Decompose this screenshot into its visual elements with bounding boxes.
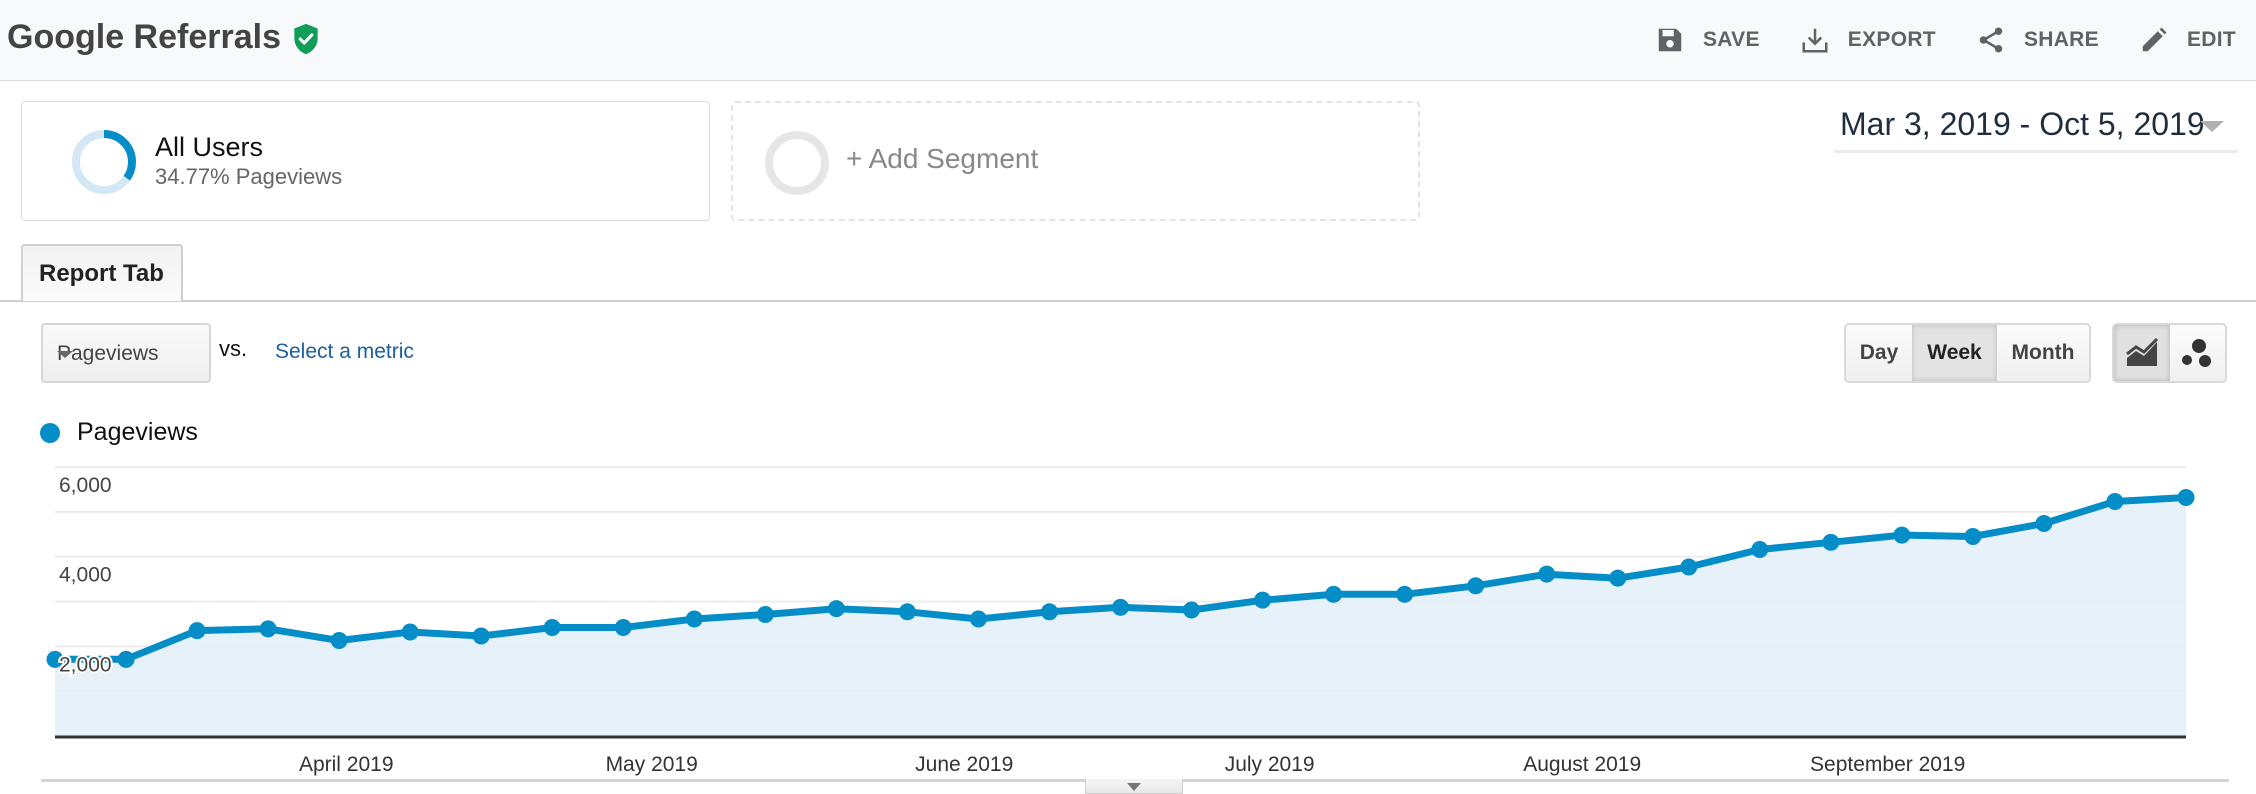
chart-type-toggle	[2112, 323, 2227, 383]
segment-share-ring-icon	[72, 130, 136, 194]
select-metric-link[interactable]: Select a metric	[275, 340, 414, 364]
data-point[interactable]	[1538, 565, 1556, 583]
data-point[interactable]	[117, 650, 135, 668]
save-icon	[1658, 28, 1682, 52]
data-point[interactable]	[1254, 591, 1272, 609]
save-label: SAVE	[1702, 28, 1760, 51]
data-point[interactable]	[330, 632, 348, 650]
share-label: SHARE	[2023, 28, 2099, 51]
period-month-button[interactable]: Month	[1997, 325, 2089, 381]
report-title: Google Referrals	[7, 18, 281, 56]
collapse-handle[interactable]	[1085, 779, 1183, 794]
share-button[interactable]: SHARE	[1976, 25, 2099, 55]
data-point[interactable]	[1325, 585, 1343, 603]
data-point[interactable]	[969, 610, 987, 628]
series-area-pageviews	[55, 497, 2186, 736]
data-point[interactable]	[1396, 585, 1414, 603]
period-toggle: Day Week Month	[1844, 323, 2091, 383]
export-button[interactable]: EXPORT	[1800, 25, 1936, 55]
motion-chart-icon	[2182, 339, 2212, 367]
segment-name: All Users	[155, 132, 264, 162]
add-segment-button[interactable]: + Add Segment	[731, 101, 1420, 221]
line-chart-button[interactable]	[2114, 325, 2170, 381]
x-tick-label: July 2019	[1225, 753, 1315, 776]
data-point[interactable]	[1112, 598, 1129, 616]
chart-legend: Pageviews	[40, 418, 198, 447]
data-point[interactable]	[1964, 527, 1982, 545]
motion-chart-button[interactable]	[2169, 325, 2225, 381]
data-point[interactable]	[756, 606, 774, 624]
x-tick-label: May 2019	[606, 753, 698, 776]
data-point[interactable]	[1183, 601, 1201, 619]
chevron-down-icon	[57, 351, 73, 358]
data-point[interactable]	[1467, 577, 1485, 595]
data-point[interactable]	[2035, 514, 2053, 532]
export-label: EXPORT	[1847, 28, 1936, 51]
segment-all-users[interactable]: All Users 34.77% Pageviews	[21, 101, 710, 221]
save-button[interactable]: SAVE	[1655, 25, 1760, 55]
vs-label: vs.	[219, 336, 248, 361]
line-chart-icon	[2125, 338, 2158, 366]
data-point[interactable]	[472, 627, 490, 645]
data-point[interactable]	[543, 619, 561, 637]
metric-dropdown[interactable]: Pageviews	[41, 323, 211, 383]
data-point[interactable]	[827, 600, 845, 618]
header-actions: SAVE EXPORT SHARE EDIT	[1615, 22, 2236, 58]
pencil-icon	[2142, 27, 2167, 52]
data-point[interactable]	[1751, 540, 1769, 558]
data-point[interactable]	[614, 619, 632, 637]
shield-check-icon	[294, 23, 318, 55]
data-point[interactable]	[259, 620, 277, 638]
data-point[interactable]	[401, 623, 419, 641]
tab-divider	[0, 300, 2256, 302]
report-header: Google Referrals SAVE EXPORT SHARE EDIT	[0, 0, 2256, 81]
period-day-button[interactable]: Day	[1846, 325, 1912, 381]
edit-label: EDIT	[2186, 28, 2236, 51]
legend-dot-pageviews	[40, 422, 60, 443]
data-point[interactable]	[1609, 569, 1627, 587]
segment-subtitle: 34.77% Pageviews	[155, 164, 343, 189]
period-week-button[interactable]: Week	[1912, 325, 1997, 381]
share-icon	[1979, 27, 2003, 53]
data-point[interactable]	[1040, 603, 1058, 621]
data-point[interactable]	[1680, 558, 1698, 576]
data-point[interactable]	[188, 622, 206, 640]
data-point[interactable]	[1893, 526, 1911, 544]
download-icon	[1802, 28, 1828, 53]
add-segment-label: + Add Segment	[846, 143, 1039, 174]
y-tick-label: 4,000	[59, 564, 112, 587]
tab-report-label: Report Tab	[39, 260, 164, 287]
date-range-picker[interactable]: Mar 3, 2019 - Oct 5, 2019	[1834, 104, 2238, 153]
data-point[interactable]	[898, 603, 916, 621]
x-tick-label: August 2019	[1523, 753, 1641, 776]
tab-report[interactable]: Report Tab	[21, 244, 183, 301]
edit-button[interactable]: EDIT	[2139, 25, 2236, 55]
data-point[interactable]	[1822, 533, 1840, 551]
data-point[interactable]	[685, 610, 703, 628]
y-tick-label: 2,000	[59, 653, 112, 676]
date-range-text: Mar 3, 2019 - Oct 5, 2019	[1840, 106, 2205, 142]
data-point[interactable]	[2177, 488, 2195, 506]
chevron-down-icon	[1127, 783, 1141, 791]
x-tick-label: April 2019	[299, 753, 394, 776]
chevron-down-icon	[2200, 121, 2224, 132]
legend-label-pageviews: Pageviews	[77, 418, 198, 446]
empty-segment-ring-icon	[765, 131, 829, 195]
data-point[interactable]	[2106, 493, 2124, 511]
x-tick-label: June 2019	[915, 753, 1013, 776]
y-tick-label: 6,000	[59, 474, 112, 497]
x-tick-label: September 2019	[1810, 753, 1965, 776]
pageviews-chart[interactable]: 6,000 4,000 2,000 April 2019 May 2019 June 2…	[0, 455, 2256, 780]
